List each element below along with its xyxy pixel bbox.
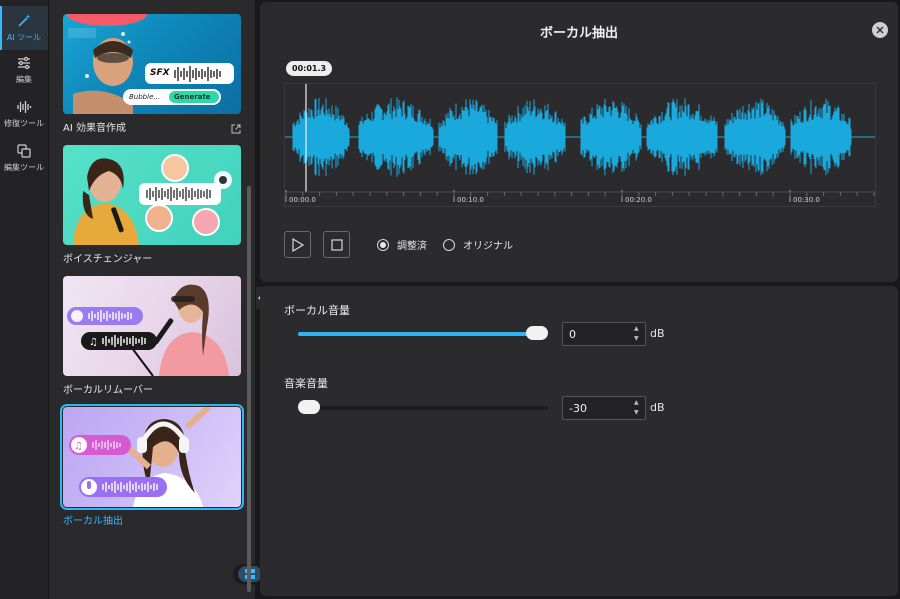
panel-title: ボーカル抽出 [539,26,618,41]
timeline-tick-label: 00:10.0 [457,196,484,204]
stop-button[interactable] [323,231,350,258]
radio-original[interactable]: オリジナル [443,237,513,252]
stepper[interactable]: ▲ ▼ [634,399,642,417]
vocal-volume-slider[interactable] [298,326,548,340]
tool-card-vocal-extraction[interactable]: ♫ ボーカル抽出 [60,404,244,527]
timeline-tick-label: 00:30.0 [793,196,820,204]
slider-thumb[interactable] [298,400,320,414]
stop-icon [330,238,343,251]
thumbnail-image: ♫ [60,404,244,510]
player-panel: ボーカル抽出 00:01.3 00:00.0 00:10.0 00:20.0 0… [260,2,898,282]
slider-thumb[interactable] [526,326,548,340]
stepper-up-icon[interactable]: ▲ [634,325,642,333]
tool-card-label: ボイスチェンジャー [63,254,153,265]
close-button[interactable] [872,22,888,38]
slider-fill [298,332,537,336]
stepper-up-icon[interactable]: ▲ [634,399,642,407]
thumbnail-image: SFX Bubble... Generate [63,14,241,114]
radio-indicator [377,238,389,251]
waveform [285,84,875,202]
close-icon [876,26,884,34]
thumbnail-image [63,145,241,245]
rail-item-repair-tools[interactable]: 修復ツール [0,92,48,136]
radio-indicator [443,238,455,251]
audio-wave-icon [17,101,32,113]
playhead-time: 00:01.3 [286,61,333,76]
copy-icon [17,144,31,158]
play-icon [291,237,304,252]
svg-text:♫: ♫ [89,337,98,348]
magic-wand-icon [18,14,31,27]
tool-card-label: ボーカル抽出 [63,516,123,527]
singer-illustration: ♫ [67,284,229,376]
music-volume-slider[interactable] [298,400,548,414]
params-panel: ボーカル音量 0 ▲ ▼ dB 音楽音量 -30 ▲ ▼ dB [260,286,898,596]
rail-label-ai-tools: AI ツール [6,33,42,42]
rail-item-ai-tools[interactable]: AI ツール [0,6,48,50]
stepper-down-icon[interactable]: ▼ [634,335,642,343]
prompt-text: Bubble... [129,93,161,101]
play-button[interactable] [284,231,311,258]
rail-label-repair-tools: 修復ツール [4,119,44,128]
tool-card-label: ボーカルリムーバー [63,385,153,396]
singer-illustration [73,154,232,245]
svg-text:♫: ♫ [74,441,83,452]
stepper-down-icon[interactable]: ▼ [634,409,642,417]
radio-label: 調整済 [397,241,427,252]
vocal-volume-label: ボーカル音量 [284,304,350,317]
unit-label: dB [650,327,665,340]
generate-chip: Generate [174,93,211,101]
sliders-icon [18,56,30,70]
input-value: -30 [569,401,587,415]
rail-label-edit: 編集 [16,75,32,84]
music-volume-label: 音楽音量 [284,377,328,390]
rail-item-edit[interactable]: 編集 [0,48,48,92]
unit-label: dB [650,401,665,414]
rail-label-edit-tools: 編集ツール [4,163,44,172]
tool-card-voice-changer[interactable]: ボイスチェンジャー [63,145,241,265]
tool-card-ai-sfx[interactable]: SFX Bubble... Generate AI 効果音作成 [63,14,241,134]
timeline-tick-label: 00:20.0 [625,196,652,204]
radio-label: オリジナル [463,241,513,252]
app-window: AI ツール 編集 修復ツール 編集ツール SFX Bubble... Gene… [0,0,900,599]
vocal-volume-input[interactable]: 0 ▲ ▼ [562,322,646,346]
rail-item-edit-tools[interactable]: 編集ツール [0,136,48,180]
music-volume-input[interactable]: -30 ▲ ▼ [562,396,646,420]
external-link-icon[interactable] [231,124,241,134]
stepper[interactable]: ▲ ▼ [634,325,642,343]
input-value: 0 [569,327,576,341]
sfx-label: SFX [150,68,170,78]
thumbnail-image: ♫ [63,276,241,376]
tool-list-scrollbar[interactable] [247,186,251,592]
tool-card-vocal-remover[interactable]: ♫ ボーカルリムーバー [63,276,241,396]
left-rail: AI ツール 編集 修復ツール 編集ツール [0,0,48,599]
singer-headphones-illustration: ♫ [69,407,212,507]
timeline-tick-label: 00:00.0 [289,196,316,204]
waveform-timeline[interactable]: 00:00.0 00:10.0 00:20.0 00:30.0 [284,83,876,207]
tool-card-label: AI 効果音作成 [63,123,126,134]
radio-adjusted[interactable]: 調整済 [377,237,427,252]
tool-list-panel: SFX Bubble... Generate AI 効果音作成 ボイスチェンジャ… [49,0,293,599]
